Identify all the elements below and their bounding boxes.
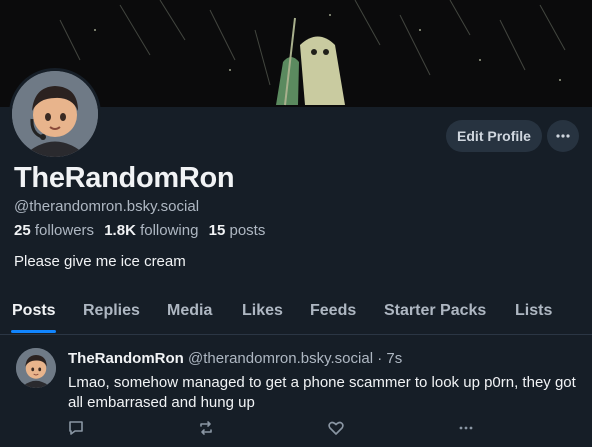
tab-posts[interactable]: Posts bbox=[12, 302, 56, 320]
repost-icon bbox=[200, 421, 212, 435]
post-time[interactable]: 7s bbox=[386, 350, 402, 367]
following-count: 1.8K bbox=[104, 222, 136, 239]
following-stat[interactable]: 1.8K following bbox=[104, 222, 198, 239]
posts-label: posts bbox=[229, 222, 266, 239]
more-icon bbox=[459, 426, 473, 430]
post-text: Lmao, somehow managed to get a phone sca… bbox=[68, 374, 576, 411]
tab-feeds[interactable]: Feeds bbox=[310, 302, 356, 320]
tab-lists[interactable]: Lists bbox=[515, 302, 552, 320]
post-handle[interactable]: @therandomron.bsky.social bbox=[188, 350, 373, 367]
tab-likes[interactable]: Likes bbox=[242, 302, 283, 320]
profile-stats: 25 followers 1.8K following 15 posts bbox=[14, 222, 265, 239]
post-separator: · bbox=[377, 350, 383, 367]
reply-button[interactable] bbox=[66, 418, 86, 438]
profile-more-button[interactable] bbox=[547, 120, 579, 152]
posts-stat: 15 posts bbox=[209, 222, 266, 239]
post-more-button[interactable] bbox=[456, 418, 476, 438]
like-icon bbox=[328, 421, 344, 435]
followers-count: 25 bbox=[14, 222, 31, 239]
followers-label: followers bbox=[34, 222, 95, 239]
posts-count: 15 bbox=[208, 222, 226, 239]
profile-tabs: Posts Replies Media Likes Feeds Starter … bbox=[0, 293, 592, 335]
following-label: following bbox=[140, 222, 199, 239]
tab-replies[interactable]: Replies bbox=[83, 302, 140, 320]
repost-button[interactable] bbox=[196, 418, 216, 438]
tab-media[interactable]: Media bbox=[167, 302, 212, 320]
active-tab-indicator bbox=[11, 330, 56, 333]
post-header: TheRandomRon @therandomron.bsky.social ·… bbox=[68, 350, 402, 367]
post-avatar[interactable] bbox=[16, 348, 56, 388]
ellipsis-icon bbox=[556, 134, 570, 138]
profile-display-name: TheRandomRon bbox=[14, 162, 235, 194]
edit-profile-button[interactable]: Edit Profile bbox=[446, 120, 542, 152]
followers-stat[interactable]: 25 followers bbox=[14, 222, 94, 239]
reply-icon bbox=[69, 421, 83, 435]
post-author[interactable]: TheRandomRon bbox=[68, 350, 184, 367]
profile-bio: Please give me ice cream bbox=[14, 253, 186, 270]
like-button[interactable] bbox=[326, 418, 346, 438]
profile-avatar[interactable] bbox=[9, 68, 101, 160]
profile-handle: @therandomron.bsky.social bbox=[14, 198, 200, 215]
tab-starter-packs[interactable]: Starter Packs bbox=[384, 302, 486, 320]
feed-post[interactable]: TheRandomRon @therandomron.bsky.social ·… bbox=[0, 336, 592, 447]
